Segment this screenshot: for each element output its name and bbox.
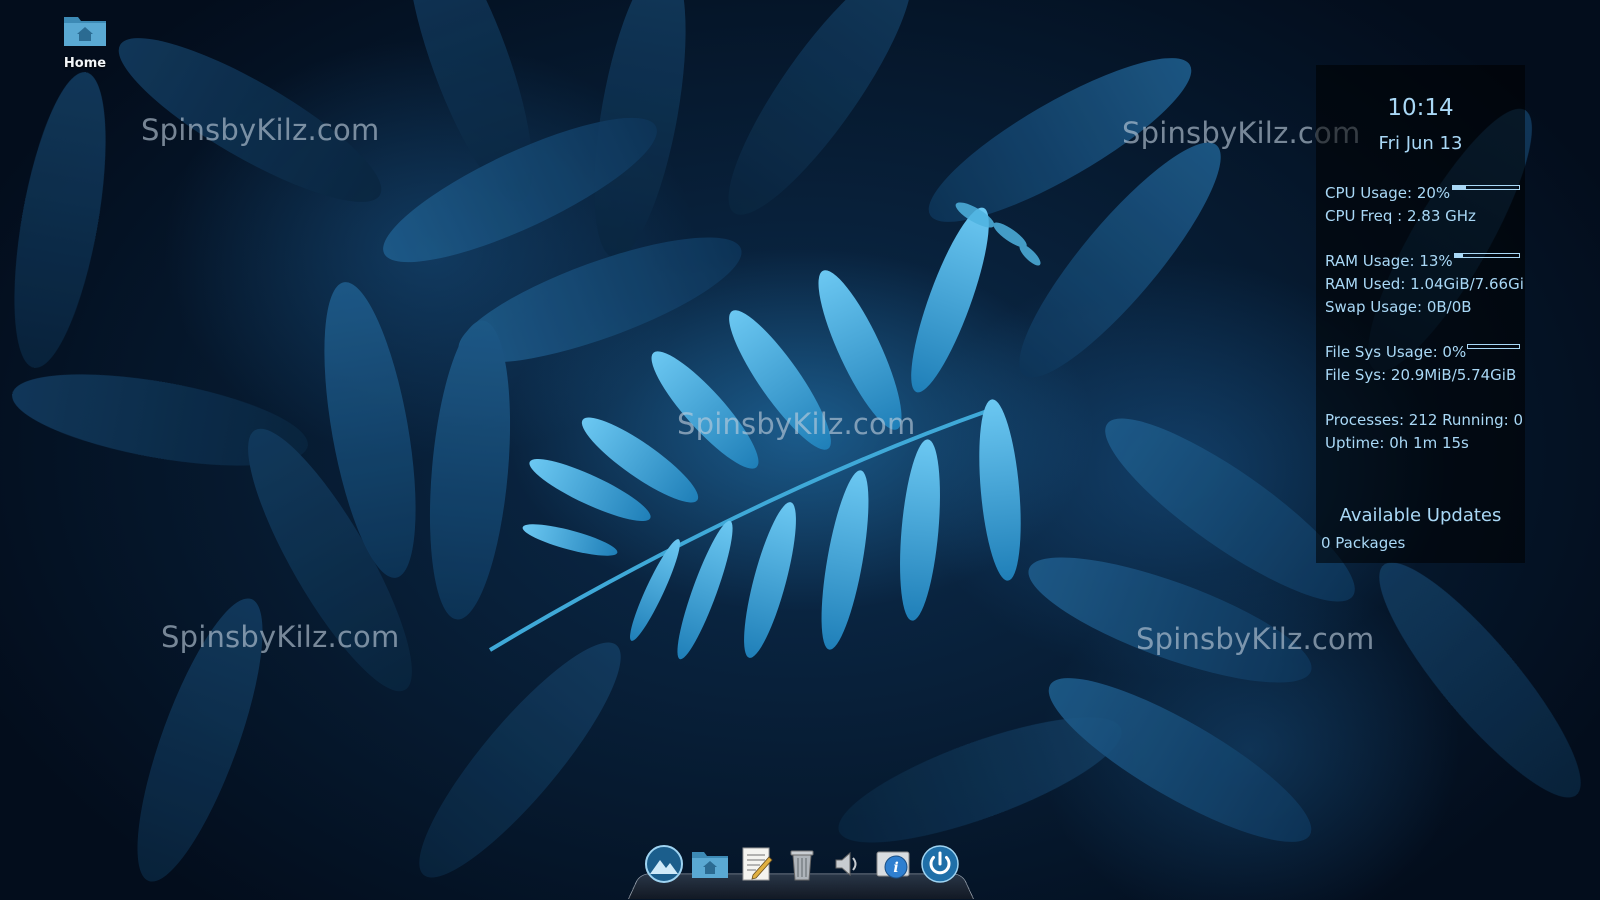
processes-text: Processes: 212 Running: 0	[1325, 411, 1523, 429]
dock-system-info-button[interactable]: i	[874, 844, 914, 884]
clock-date: Fri Jun 13	[1378, 133, 1463, 154]
dock-power-button[interactable]	[920, 844, 960, 884]
desktop-icon-label: Home	[63, 56, 107, 71]
updates-title: Available Updates	[1339, 505, 1502, 526]
cpu-usage-text: CPU Usage: 20%	[1325, 184, 1451, 202]
dock-launcher-button[interactable]	[644, 844, 684, 884]
power-icon	[921, 845, 959, 883]
filesystem-usage-bar	[1467, 344, 1520, 349]
watermark-text: SpinsbyKilz.com	[1136, 622, 1375, 656]
watermark-text: SpinsbyKilz.com	[141, 113, 380, 147]
watermark-text: SpinsbyKilz.com	[677, 407, 916, 441]
dock: i	[628, 838, 974, 900]
cpu-freq-text: CPU Freq : 2.83 GHz	[1325, 207, 1476, 225]
uptime-text: Uptime: 0h 1m 15s	[1325, 434, 1469, 452]
dock-trash-button[interactable]	[782, 844, 822, 884]
ram-usage-bar-fill	[1455, 254, 1464, 257]
text-editor-icon	[742, 847, 773, 881]
speaker-icon	[835, 851, 857, 877]
updates-count: 0 Packages	[1321, 534, 1406, 552]
cpu-usage-bar	[1452, 185, 1520, 190]
cpu-usage-bar-fill	[1453, 186, 1467, 189]
home-folder-icon	[692, 852, 728, 878]
dock-home-folder-button[interactable]	[690, 844, 730, 884]
ram-usage-bar	[1454, 253, 1520, 258]
home-folder-icon	[64, 17, 106, 46]
desktop-icon-home[interactable]: Home	[52, 12, 118, 71]
conky-system-monitor: 10:14 Fri Jun 13 CPU Usage: 20% CPU Freq…	[1316, 65, 1525, 563]
watermark-text: SpinsbyKilz.com	[161, 620, 400, 654]
filesystem-info-text: File Sys: 20.9MiB/5.74GiB	[1325, 366, 1517, 384]
dock-volume-button[interactable]	[828, 844, 868, 884]
clock-time: 10:14	[1387, 95, 1454, 121]
ram-usage-text: RAM Usage: 13%	[1325, 252, 1453, 270]
dock-text-editor-button[interactable]	[736, 844, 776, 884]
filesystem-usage-text: File Sys Usage: 0%	[1325, 343, 1467, 361]
swap-usage-text: Swap Usage: 0B/0B	[1325, 298, 1472, 316]
svg-text:i: i	[893, 860, 898, 876]
info-icon: i	[876, 851, 910, 879]
mountain-launcher-icon	[645, 845, 683, 883]
ram-used-text: RAM Used: 1.04GiB/7.66GiB	[1325, 275, 1525, 293]
desktop[interactable]: SpinsbyKilz.com SpinsbyKilz.com SpinsbyK…	[0, 0, 1600, 900]
trash-icon	[790, 850, 814, 881]
